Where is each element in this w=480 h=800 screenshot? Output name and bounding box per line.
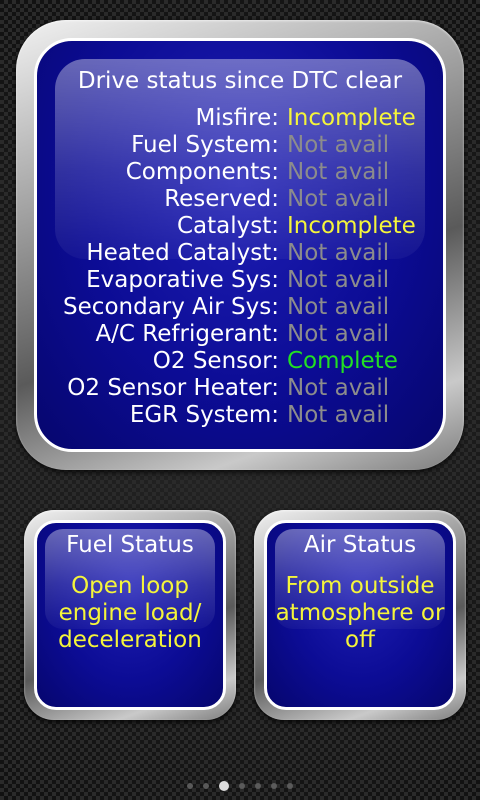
status-value: Not avail — [287, 159, 390, 185]
fuel-status-title: Fuel Status — [66, 532, 194, 558]
status-value: Not avail — [287, 294, 390, 320]
status-label: Misfire: — [195, 105, 279, 131]
status-row-heated-catalyst: Heated Catalyst: Not avail — [37, 240, 443, 267]
status-value: Incomplete — [287, 105, 416, 131]
status-row-egr-system: EGR System: Not avail — [37, 402, 443, 429]
status-label: EGR System: — [129, 402, 279, 428]
status-row-o2-sensor: O2 Sensor: Complete — [37, 348, 443, 375]
page-indicator[interactable] — [0, 780, 480, 792]
status-value: Not avail — [287, 375, 390, 401]
air-status-panel[interactable]: Air Status From outside atmosphere or of… — [264, 520, 456, 710]
drive-status-list: Misfire: Incomplete Fuel System: Not ava… — [37, 105, 443, 429]
status-row-ac-refrigerant: A/C Refrigerant: Not avail — [37, 321, 443, 348]
status-row-components: Components: Not avail — [37, 159, 443, 186]
page-dot[interactable] — [271, 783, 277, 789]
status-value: Not avail — [287, 267, 390, 293]
page-dot-active[interactable] — [219, 781, 229, 791]
air-status-value: From outside atmosphere or off — [275, 573, 445, 653]
status-label: A/C Refrigerant: — [95, 321, 279, 347]
air-status-title: Air Status — [303, 532, 417, 558]
status-value: Incomplete — [287, 213, 416, 239]
status-row-reserved: Reserved: Not avail — [37, 186, 443, 213]
status-value: Not avail — [287, 186, 390, 212]
status-label: Heated Catalyst: — [86, 240, 279, 266]
status-label: O2 Sensor Heater: — [67, 375, 279, 401]
fuel-status-bezel: Fuel Status Open loop engine load/ decel… — [24, 510, 236, 720]
status-label: Components: — [125, 159, 279, 185]
page-dot[interactable] — [255, 783, 261, 789]
status-label: Secondary Air Sys: — [63, 294, 279, 320]
fuel-status-value: Open loop engine load/ deceleration — [58, 573, 202, 653]
status-label: Catalyst: — [176, 213, 279, 239]
status-row-o2-sensor-heater: O2 Sensor Heater: Not avail — [37, 375, 443, 402]
status-value: Not avail — [287, 321, 390, 347]
air-status-bezel: Air Status From outside atmosphere or of… — [254, 510, 466, 720]
status-label: O2 Sensor: — [152, 348, 279, 374]
drive-status-title: Drive status since DTC clear — [77, 68, 403, 94]
drive-status-bezel: Drive status since DTC clear Misfire: In… — [16, 20, 464, 470]
status-row-misfire: Misfire: Incomplete — [37, 105, 443, 132]
status-label: Reserved: — [164, 186, 279, 212]
drive-status-panel[interactable]: Drive status since DTC clear Misfire: In… — [34, 38, 446, 452]
status-label: Evaporative Sys: — [86, 267, 279, 293]
page-dot[interactable] — [287, 783, 293, 789]
status-label: Fuel System: — [131, 132, 279, 158]
status-value: Complete — [287, 348, 398, 374]
status-row-evaporative-sys: Evaporative Sys: Not avail — [37, 267, 443, 294]
status-value: Not avail — [287, 132, 390, 158]
fuel-status-panel[interactable]: Fuel Status Open loop engine load/ decel… — [34, 520, 226, 710]
page-dot[interactable] — [239, 783, 245, 789]
page-dot[interactable] — [187, 783, 193, 789]
status-row-catalyst: Catalyst: Incomplete — [37, 213, 443, 240]
status-row-secondary-air-sys: Secondary Air Sys: Not avail — [37, 294, 443, 321]
status-value: Not avail — [287, 402, 390, 428]
page-dot[interactable] — [203, 783, 209, 789]
status-value: Not avail — [287, 240, 390, 266]
status-row-fuel-system: Fuel System: Not avail — [37, 132, 443, 159]
